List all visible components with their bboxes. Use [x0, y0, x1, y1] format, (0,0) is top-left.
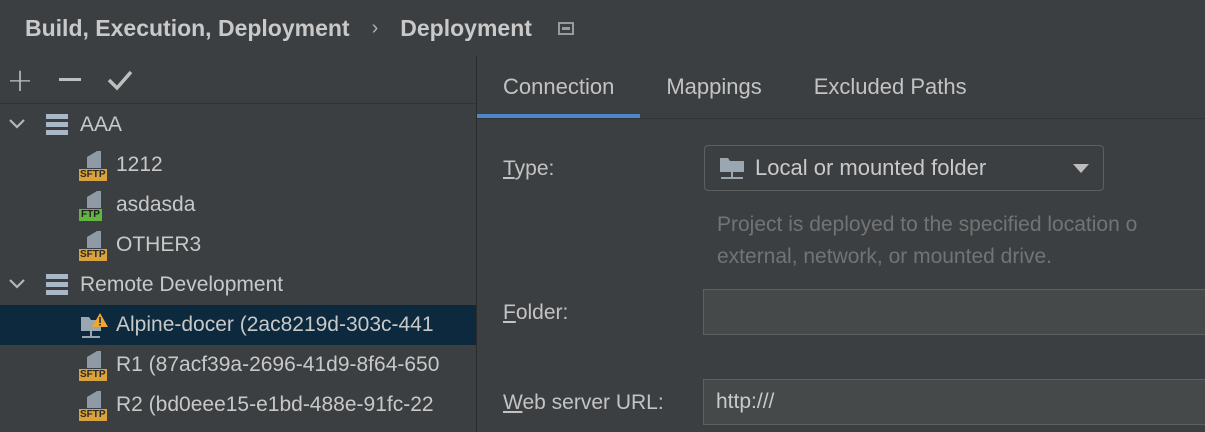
- tree-item[interactable]: SFTP 1212: [0, 145, 476, 185]
- chevron-down-icon[interactable]: [1073, 164, 1089, 173]
- tree-item-label: R2 (bd0eee15-e1bd-488e-91fc-22: [116, 393, 434, 416]
- config-tabs: Connection Mappings Excluded Paths: [477, 56, 1205, 119]
- breadcrumb-parent[interactable]: Build, Execution, Deployment: [25, 15, 350, 42]
- protocol-badge: SFTP: [79, 369, 107, 381]
- chevron-down-icon[interactable]: [8, 115, 26, 133]
- server-toolbar: +: [0, 56, 476, 104]
- type-select[interactable]: Local or mounted folder: [704, 145, 1104, 191]
- type-select-value: Local or mounted folder: [755, 155, 987, 180]
- tree-item-selected[interactable]: Alpine-docer (2ac8219d-303c-441: [0, 305, 476, 345]
- tree-item-label: 1212: [116, 153, 163, 176]
- protocol-badge: SFTP: [79, 249, 107, 261]
- tree-group-remote-development[interactable]: Remote Development: [0, 265, 476, 305]
- plus-icon[interactable]: +: [6, 60, 34, 99]
- ftp-server-icon: FTP: [79, 191, 109, 221]
- check-icon[interactable]: [106, 66, 134, 94]
- tree-group-aaa[interactable]: AAA: [0, 105, 476, 145]
- tree-item-label: Alpine-docer (2ac8219d-303c-441: [116, 313, 434, 336]
- window-icon[interactable]: [557, 21, 574, 35]
- type-hint-line1: Project is deployed to the specified loc…: [717, 213, 1138, 236]
- chevron-down-icon[interactable]: [8, 275, 26, 293]
- tab-connection[interactable]: Connection: [477, 56, 641, 118]
- folder-label: Folder:: [503, 301, 569, 324]
- tree-item[interactable]: FTP asdasda: [0, 185, 476, 225]
- tree-item[interactable]: SFTP R2 (bd0eee15-e1bd-488e-91fc-22: [0, 385, 476, 425]
- sftp-server-icon: SFTP: [79, 391, 109, 421]
- server-group-icon: [46, 274, 68, 296]
- tree-item[interactable]: SFTP R1 (87acf39a-2696-41d9-8f64-650: [0, 345, 476, 385]
- tab-mappings[interactable]: Mappings: [640, 56, 787, 118]
- tree-group-label: Remote Development: [80, 273, 284, 296]
- server-config-panel: Connection Mappings Excluded Paths Type:…: [477, 56, 1205, 432]
- sftp-server-icon: SFTP: [79, 351, 109, 381]
- folder-field[interactable]: [703, 289, 1205, 335]
- breadcrumb-separator: ›: [371, 16, 379, 39]
- type-hint: Project is deployed to the specified loc…: [717, 209, 1205, 273]
- server-group-icon: [46, 114, 68, 136]
- tree-item-label: OTHER3: [116, 233, 202, 256]
- server-list-panel: + AAA SFTP 1212 FTP asdasda SFTP OTHER3 …: [0, 56, 477, 432]
- tree-group-label: AAA: [80, 113, 123, 136]
- folder-network-icon: [719, 155, 745, 181]
- minus-icon[interactable]: [56, 66, 84, 94]
- breadcrumb: Build, Execution, Deployment › Deploymen…: [0, 0, 1205, 56]
- tree-item-label: asdasda: [116, 193, 196, 216]
- protocol-badge: FTP: [79, 209, 102, 221]
- tree-item-label: R1 (87acf39a-2696-41d9-8f64-650: [116, 353, 440, 376]
- web-server-url-field[interactable]: http:///: [703, 379, 1205, 425]
- type-label: Type:: [503, 157, 555, 180]
- local-folder-warning-icon: [79, 311, 109, 341]
- protocol-badge: SFTP: [79, 169, 107, 181]
- add-server-label: +: [6, 60, 34, 99]
- protocol-badge: SFTP: [79, 409, 107, 421]
- sftp-server-icon: SFTP: [79, 151, 109, 181]
- page-title: Deployment: [400, 14, 532, 41]
- tree-item[interactable]: SFTP OTHER3: [0, 225, 476, 265]
- web-server-url-label: Web server URL:: [503, 391, 664, 414]
- sftp-server-icon: SFTP: [79, 231, 109, 261]
- tab-excluded-paths[interactable]: Excluded Paths: [788, 56, 993, 118]
- server-tree: AAA SFTP 1212 FTP asdasda SFTP OTHER3 Re…: [0, 105, 476, 425]
- type-hint-line2: external, network, or mounted drive.: [717, 245, 1052, 268]
